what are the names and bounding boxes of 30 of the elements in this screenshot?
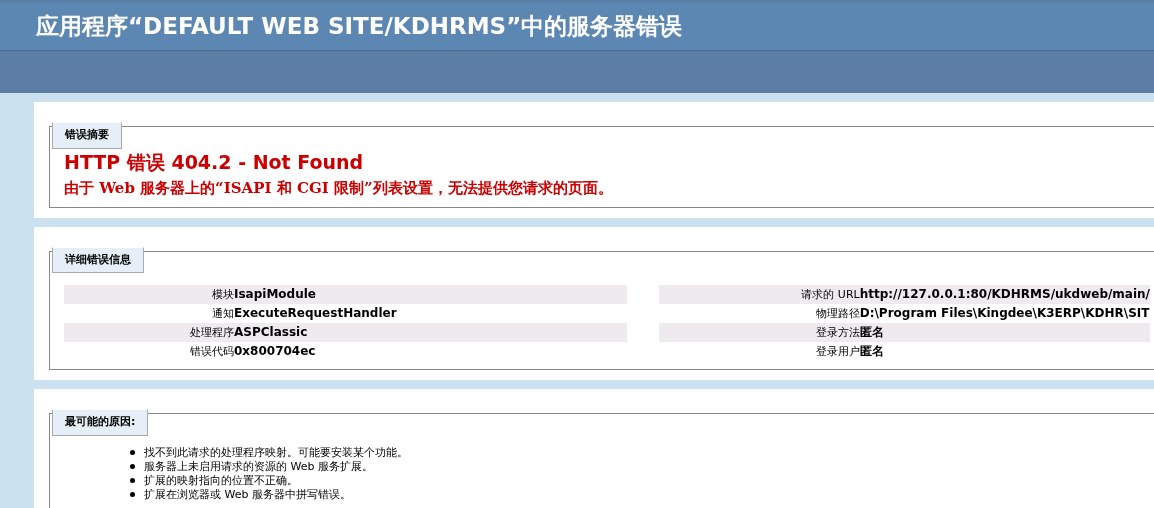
cause-item: 服务器上未启用请求的资源的 Web 服务扩展。: [144, 459, 373, 474]
field-label: 通知: [64, 304, 234, 323]
cause-item: 扩展的映射指向的位置不正确。: [144, 473, 298, 488]
field-label: 登录用户: [659, 342, 860, 361]
section-legend: 错误摘要: [52, 122, 122, 149]
field-label: 请求的 URL: [659, 285, 860, 304]
bullet-icon: [130, 450, 135, 455]
cause-item: 找不到此请求的处理程序映射。可能要安装某个功能。: [144, 445, 408, 460]
field-value: 匿名: [859, 323, 1150, 342]
field-label: 模块: [64, 285, 234, 304]
field-value: 匿名: [859, 342, 1150, 361]
field-value: D:\Program Files\Kingdee\K3ERP\KDHR\SIT: [859, 304, 1150, 323]
field-label: 错误代码: [64, 342, 234, 361]
field-value: IsapiModule: [234, 285, 627, 304]
field-value: ExecuteRequestHandler: [234, 304, 627, 323]
error-heading: HTTP 错误 404.2 - Not Found: [64, 150, 365, 173]
section-legend: 详细错误信息: [52, 246, 144, 273]
bullet-icon: [130, 492, 135, 497]
field-value: http://127.0.0.1:80/KDHRMS/ukdweb/main/: [859, 285, 1150, 304]
error-message: 由于 Web 服务器上的“ISAPI 和 CGI 限制”列表设置，无法提供您请求的页面。: [64, 178, 614, 197]
bullet-icon: [130, 478, 135, 483]
section-legend: 最可能的原因:: [52, 409, 149, 436]
bullet-icon: [130, 464, 135, 469]
field-value: ASPClassic: [234, 323, 627, 342]
field-label: 处理程序: [64, 323, 234, 342]
field-value: 0x800704ec: [234, 342, 627, 361]
field-label: 物理路径: [659, 304, 860, 323]
field-label: 登录方法: [659, 323, 860, 342]
cause-item: 扩展在浏览器或 Web 服务器中拼写错误。: [144, 487, 351, 502]
page-title: 应用程序“DEFAULT WEB SITE/KDHRMS”中的服务器错误: [36, 12, 683, 41]
